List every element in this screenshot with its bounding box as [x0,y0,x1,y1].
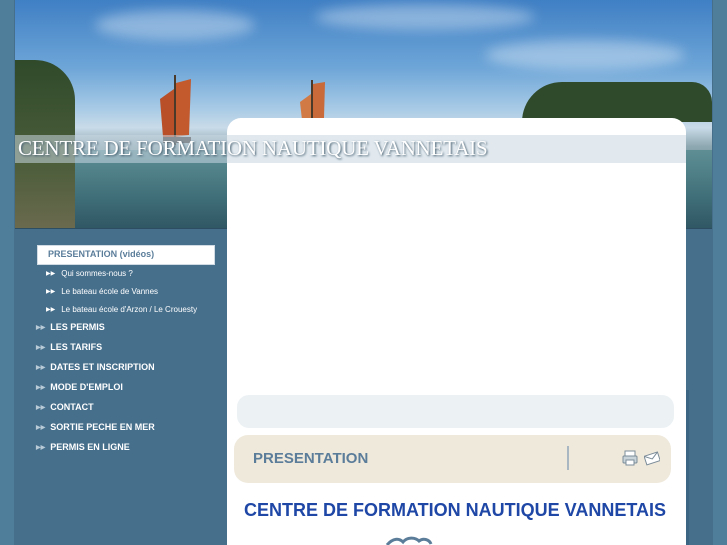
nav-subitem-qui-sommes-nous[interactable]: ▶▶ Qui sommes-nous ? [46,269,133,278]
nav-item-sortie-peche[interactable]: ▶▶ SORTIE PECHE EN MER [36,422,155,432]
nav-item-contact[interactable]: ▶▶ CONTACT [36,402,94,412]
section-title: PRESENTATION [253,450,369,467]
logo-image [385,536,433,545]
double-arrow-icon: ▶▶ [36,405,46,411]
double-arrow-icon: ▶▶ [36,385,46,391]
nav-item-label: CONTACT [50,402,94,412]
email-icon[interactable] [644,450,660,466]
nav-item-label: LES TARIFS [50,342,103,352]
nav-item-label: MODE D'EMPLOI [50,382,123,392]
site-title: CENTRE DE FORMATION NAUTIQUE VANNETAIS [18,136,488,160]
double-arrow-icon: ▶▶ [36,445,46,451]
main-heading: CENTRE DE FORMATION NAUTIQUE VANNETAIS [244,500,666,520]
section-divider [567,446,569,470]
nav-item-label: SORTIE PECHE EN MER [50,422,155,432]
nav-subitem-label: Le bateau école d'Arzon / Le Crouesty [61,305,198,314]
nav-subitem-bateau-arzon[interactable]: ▶▶ Le bateau école d'Arzon / Le Crouesty [46,305,197,314]
nav-item-label: LES PERMIS [50,322,105,332]
nav-subitem-label: Qui sommes-nous ? [61,269,133,278]
double-arrow-icon: ▶▶ [36,365,46,371]
nav-item-dates-inscription[interactable]: ▶▶ DATES ET INSCRIPTION [36,362,155,372]
nav-item-label: PERMIS EN LIGNE [50,442,130,452]
nav-item-label: PRESENTATION (vidéos) [48,249,155,259]
nav-item-les-tarifs[interactable]: ▶▶ LES TARIFS [36,342,102,352]
search-bar[interactable] [237,395,674,428]
nav-item-label: DATES ET INSCRIPTION [50,362,155,372]
double-arrow-icon: ▶▶ [36,325,46,331]
nav-item-mode-emploi[interactable]: ▶▶ MODE D'EMPLOI [36,382,123,392]
nav-subitem-label: Le bateau école de Vannes [61,287,159,296]
double-arrow-icon: ▶▶ [46,307,56,313]
nav-item-presentation[interactable]: PRESENTATION (vidéos) [37,245,215,265]
nav-subitem-bateau-vannes[interactable]: ▶▶ Le bateau école de Vannes [46,287,158,296]
nav-item-permis-en-ligne[interactable]: ▶▶ PERMIS EN LIGNE [36,442,130,452]
double-arrow-icon: ▶▶ [46,271,56,277]
content-edge [686,390,689,545]
print-icon[interactable] [622,450,638,466]
double-arrow-icon: ▶▶ [36,345,46,351]
double-arrow-icon: ▶▶ [36,425,46,431]
double-arrow-icon: ▶▶ [46,289,56,295]
nav-item-les-permis[interactable]: ▶▶ LES PERMIS [36,322,105,332]
